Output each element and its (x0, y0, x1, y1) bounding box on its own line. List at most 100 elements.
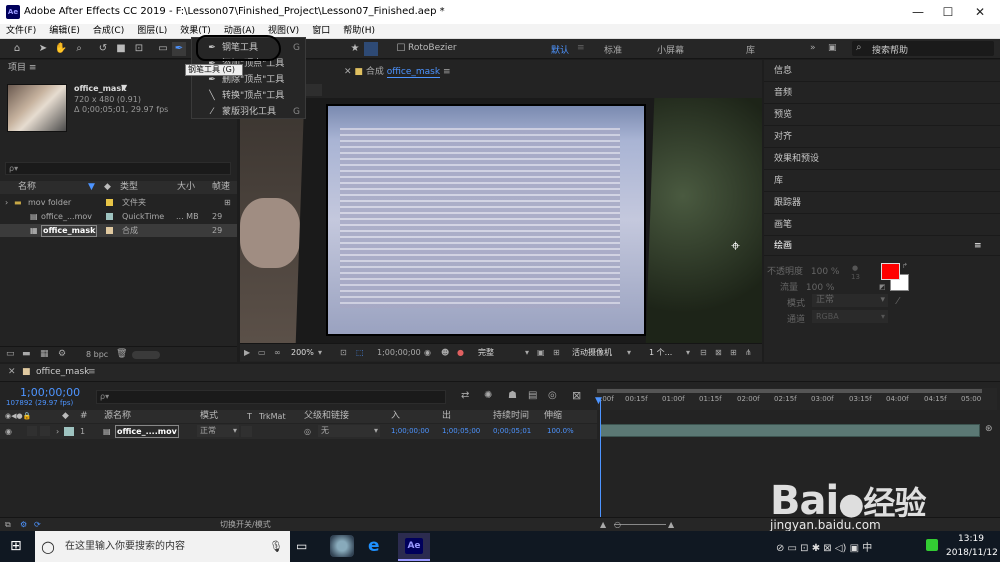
pan-behind-tool-icon[interactable]: ⊡ (132, 42, 146, 56)
column-out[interactable]: 出 (442, 410, 451, 423)
camera-tool-icon[interactable]: ■ (114, 42, 128, 56)
project-settings-icon[interactable]: ⚙ (58, 349, 66, 359)
item-dropdown-icon[interactable]: ▼ (121, 83, 127, 92)
resolution-dropdown[interactable]: 完整 (478, 344, 494, 362)
time-stretch-icon[interactable]: ⟳ (34, 518, 41, 532)
project-row-composition[interactable]: ▦ office_mask 合成 29 (0, 224, 237, 237)
column-name[interactable]: 名称 (18, 181, 36, 194)
timeline-layer-row[interactable]: ◉ › 1 ▤ office_....mov 正常 ▾ ◎ 无 ▾ 1;00;00;… (0, 424, 597, 439)
column-trkmat[interactable]: TrkMat (259, 410, 286, 423)
zoom-slider-knob-icon[interactable]: ○ (614, 518, 621, 532)
workspace-default[interactable]: 默认 (551, 43, 569, 56)
menu-window[interactable]: 窗口 (312, 24, 330, 38)
transparency-grid-icon[interactable]: ⊞ (553, 344, 560, 362)
taskbar-time[interactable]: 13:19 (958, 534, 984, 544)
pen-tool-icon[interactable]: ✒ (172, 42, 186, 56)
menu-edit[interactable]: 编辑(E) (49, 24, 80, 38)
draft-3d-icon[interactable]: ✺ (484, 390, 492, 401)
column-type[interactable]: 类型 (120, 181, 138, 194)
monitor-icon[interactable]: ▭ (258, 344, 266, 362)
interpret-footage-icon[interactable]: ▭ (6, 349, 15, 359)
delete-icon[interactable]: 🗑 (116, 349, 127, 359)
minimize-icon[interactable]: — (904, 3, 932, 21)
dropdown-icon[interactable]: ▾ (525, 344, 529, 362)
preserve-transparency-toggle[interactable] (241, 426, 252, 437)
bit-depth-label[interactable]: 8 bpc (86, 350, 108, 359)
panel-menu-icon[interactable]: ≡ (974, 236, 982, 256)
tab-menu-icon[interactable]: ≡ (88, 367, 96, 377)
camera-dropdown[interactable]: 活动摄像机 (572, 344, 612, 362)
paint-channel-dropdown[interactable]: RGBA ▾ (812, 310, 888, 323)
paint-foreground-color[interactable] (881, 263, 900, 280)
column-fps[interactable]: 帧速 (212, 181, 230, 194)
zoom-tool-icon[interactable]: ⌕ (72, 42, 86, 56)
eyedropper-icon[interactable]: ⁄ (897, 296, 899, 307)
show-snapshot-icon[interactable]: ☻ (441, 344, 449, 362)
panel-align[interactable]: 对齐 (764, 126, 1000, 148)
dropdown-icon[interactable]: ▾ (627, 344, 631, 362)
lock-toggle[interactable] (40, 426, 50, 436)
close-icon[interactable]: ✕ (966, 3, 994, 21)
column-in[interactable]: 入 (391, 410, 400, 423)
layer-in-point[interactable]: 1;00;00;00 (391, 424, 429, 439)
sync-settings-icon[interactable]: ▣ (828, 43, 837, 53)
project-row-folder[interactable]: › ▬ mov folder 文件夹 ⊞ (0, 196, 237, 209)
windows-start-icon[interactable]: ⊞ (10, 538, 22, 554)
workspace-small-screen[interactable]: 小屏幕 (657, 43, 684, 56)
snapshot-icon[interactable]: ◉ (424, 344, 431, 362)
flyout-mask-feather-tool[interactable]: ⁄ 蒙版羽化工具 G (192, 104, 307, 120)
zoom-out-icon[interactable]: ▲ (600, 518, 606, 532)
panel-audio[interactable]: 音频 (764, 82, 1000, 104)
always-preview-icon[interactable]: ▶ (244, 344, 250, 362)
layer-label-color[interactable] (64, 427, 74, 436)
composition-viewer[interactable]: ⌖ (240, 98, 762, 343)
panel-tracker[interactable]: 跟踪器 (764, 192, 1000, 214)
motion-blur-icon[interactable]: ◎ (548, 390, 557, 401)
edge-browser-icon[interactable]: e (368, 536, 380, 556)
menu-layer[interactable]: 图层(L) (137, 24, 167, 38)
project-row-footage[interactable]: ▤ office_...mov QuickTime ... MB 29 (0, 210, 237, 223)
timeline-link-icon[interactable]: ⊞ (730, 344, 737, 362)
new-composition-icon[interactable]: ▦ (40, 349, 49, 359)
panel-effects-presets[interactable]: 效果和预设 (764, 148, 1000, 170)
rectangle-tool-icon[interactable]: ▭ (156, 42, 170, 56)
label-color-swatch[interactable] (106, 199, 113, 206)
panel-libraries[interactable]: 库 (764, 170, 1000, 192)
graph-editor-icon[interactable]: ⊠ (572, 389, 581, 402)
modes-icon[interactable]: ⚙ (20, 518, 27, 532)
layer-duration[interactable]: 0;00;05;01 (493, 424, 531, 439)
tray-app-icon[interactable] (926, 539, 938, 551)
time-ruler[interactable]: :00f 00:15f 01:00f 01:15f 02:00f 02:15f … (597, 388, 997, 410)
swap-colors-icon[interactable]: ↱ (902, 262, 908, 270)
layer-out-point[interactable]: 1;00;05;00 (442, 424, 480, 439)
color-channel-icon[interactable]: ● (457, 344, 464, 362)
shy-layers-icon[interactable]: ☗ (508, 390, 517, 401)
tab-menu-icon[interactable]: ≡ (443, 67, 451, 77)
comp-marker-icon[interactable]: ⊛ (985, 424, 993, 434)
project-search-input[interactable]: ρ▾ (5, 162, 231, 175)
taskbar-search-box[interactable]: ○ 在这里输入你要搜索的内容 🎙 (35, 531, 290, 562)
column-size[interactable]: 大小 (177, 181, 195, 194)
snap-icon[interactable] (364, 42, 378, 56)
microphone-icon[interactable]: 🎙 (269, 531, 283, 562)
selection-tool-icon[interactable]: ➤ (36, 42, 50, 56)
rotobezier-checkbox[interactable]: ☐ (394, 42, 408, 56)
timeline-zoom-slider[interactable] (614, 524, 666, 525)
layer-duration-bar[interactable] (600, 424, 980, 437)
paint-mode-dropdown[interactable]: 正常 ▾ (812, 294, 888, 307)
lock-icon[interactable]: ■ (354, 67, 363, 77)
region-of-interest-icon[interactable]: ⬚ (356, 344, 364, 362)
workspace-standard[interactable]: 标准 (604, 43, 622, 56)
workspace-library[interactable]: 库 (746, 43, 755, 56)
region-icon[interactable]: ▣ (537, 344, 545, 362)
toggle-pixel-aspect-icon[interactable]: ⊟ (700, 344, 707, 362)
panel-brushes[interactable]: 画笔 (764, 214, 1000, 236)
hand-tool-icon[interactable]: ✋ (54, 42, 68, 56)
column-source-name[interactable]: 源名称 (104, 410, 131, 423)
layer-mode-dropdown[interactable]: 正常 ▾ (197, 425, 239, 437)
zoom-in-icon[interactable]: ▲ (668, 518, 674, 532)
menu-file[interactable]: 文件(F) (6, 24, 36, 38)
visibility-eye-icon[interactable]: ◉ (5, 424, 12, 439)
expand-arrow-icon[interactable]: › (56, 424, 59, 439)
fast-preview-icon[interactable]: ⊠ (715, 344, 722, 362)
